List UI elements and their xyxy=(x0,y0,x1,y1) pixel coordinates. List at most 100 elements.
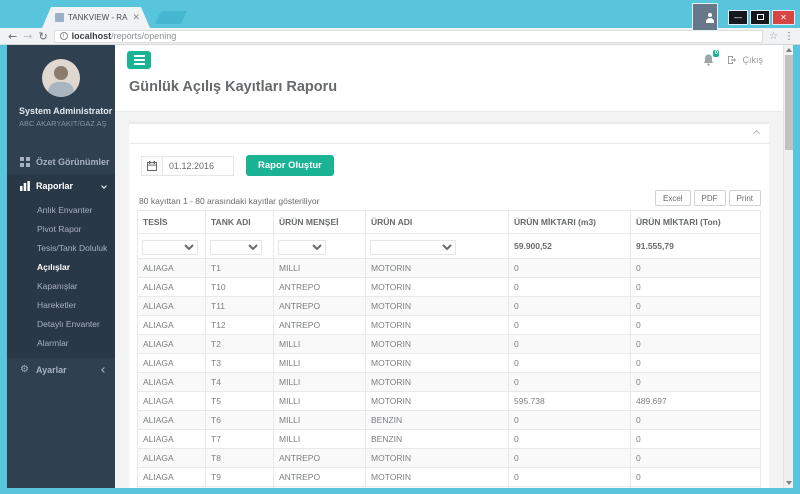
table-cell: T4 xyxy=(205,372,274,392)
avatar[interactable] xyxy=(42,59,80,97)
collapse-panel-icon[interactable] xyxy=(752,129,761,138)
table-cell: ANTREPO xyxy=(273,467,366,487)
tab-favicon-icon xyxy=(55,13,64,22)
sidebar-subitem-detayl-envanter[interactable]: Detaylı Envanter xyxy=(7,314,115,333)
report-panel: Rapor Oluştur 80 kayıttan 1 - 80 arasınd… xyxy=(129,122,769,488)
table-filter-row: 59.900,52 91.555,79 xyxy=(137,233,761,259)
table-cell: MOTORIN xyxy=(365,258,509,278)
browser-tab[interactable]: TANKVIEW - RAPORLAR ✕ xyxy=(42,7,150,28)
table-cell: ALIAGA xyxy=(137,334,206,354)
table-cell: 0 xyxy=(508,467,631,487)
minimize-button[interactable]: — xyxy=(728,9,748,25)
sidebar-item-ayarlar[interactable]: ⚙ Ayarlar xyxy=(7,358,115,382)
table-cell: ALIAGA xyxy=(137,353,206,373)
table-row: ALIAGA T9 ANTREPO MOTORIN 0 0 xyxy=(137,467,761,487)
reports-submenu: Anlık Envanter Pivot Rapor Tesis/Tank Dolu… xyxy=(7,198,115,358)
table-body: ALIAGA T1 MILLI MOTORIN 0 0 ALIAGA T10 ANTREPO MO… xyxy=(137,258,761,488)
content: Rapor Oluştur 80 kayıttan 1 - 80 arasınd… xyxy=(115,112,783,488)
report-date-input[interactable] xyxy=(162,155,234,176)
scroll-down-arrow-icon[interactable] xyxy=(786,481,792,485)
table-cell: MOTORIN xyxy=(365,353,509,373)
panel-header xyxy=(129,124,769,144)
table-cell: MILLI xyxy=(273,410,366,430)
generate-report-button[interactable]: Rapor Oluştur xyxy=(246,155,334,176)
browser-profile-button[interactable] xyxy=(692,3,718,31)
table-cell: MILLI xyxy=(273,334,366,354)
url-text: localhost/reports/opening xyxy=(72,31,177,41)
close-button[interactable]: ✕ xyxy=(772,9,795,25)
table-row: ALIAGA T1 MILLI MOTORIN 0 0 xyxy=(137,258,761,278)
page-info-icon[interactable]: i xyxy=(59,32,68,40)
table-cell: MOTORIN xyxy=(365,372,509,392)
scrollbar-thumb[interactable] xyxy=(785,55,793,150)
table-cell: T8 xyxy=(205,448,274,468)
table-row: BATMANKALYAKMILLIKALYAK00 xyxy=(137,486,761,488)
table-cell: 0 xyxy=(508,410,631,430)
sidebar-toggle-button[interactable] xyxy=(127,51,151,69)
new-tab-button[interactable] xyxy=(154,11,188,24)
profile-block: System Administrator ABC AKARYAKIT/GAZ A… xyxy=(7,45,115,140)
table-cell: 0 xyxy=(508,315,631,335)
excel-export-button[interactable]: Excel xyxy=(654,190,691,206)
bookmark-star-icon[interactable]: ☆ xyxy=(769,31,778,42)
app-area: System Administrator ABC AKARYAKIT/GAZ A… xyxy=(0,45,800,494)
table-cell: MILLI xyxy=(273,372,366,392)
page-scrollbar[interactable] xyxy=(783,45,793,488)
table-row: ALIAGA T8 ANTREPO MOTORIN 0 0 xyxy=(137,448,761,468)
table-cell: MILLI xyxy=(273,486,366,488)
sidebar-subitem-a-l-lar[interactable]: Açılışlar xyxy=(7,257,115,276)
table-cell: T6 xyxy=(205,410,274,430)
filter-urun-mensei-select[interactable] xyxy=(278,240,326,255)
table-cell: ALIAGA xyxy=(137,429,206,449)
report-table: TESİS TANK ADI ÜRÜN MENŞEİ ÜRÜN ADI ÜRÜN MİK… xyxy=(137,210,761,488)
sidebar-item-ozet-gorunumler[interactable]: Özet Görünümler xyxy=(7,150,115,174)
user-organization: ABC AKARYAKIT/GAZ AŞ xyxy=(19,119,107,128)
table-cell: 0 xyxy=(508,448,631,468)
refresh-icon[interactable]: ↻ xyxy=(38,31,47,42)
table-cell: 0 xyxy=(630,467,761,487)
tab-close-icon[interactable]: ✕ xyxy=(132,13,140,22)
table-row: ALIAGA T12 ANTREPO MOTORIN 0 0 xyxy=(137,315,761,335)
sidebar-subitem-anl-k-envanter[interactable]: Anlık Envanter xyxy=(7,200,115,219)
sidebar-subitem-alarmlar[interactable]: Alarmlar xyxy=(7,333,115,352)
sidebar-subitem-kapan-lar[interactable]: Kapanışlar xyxy=(7,276,115,295)
back-icon[interactable]: ← xyxy=(8,31,17,42)
pdf-export-button[interactable]: PDF xyxy=(693,190,726,206)
table-cell: 0 xyxy=(508,296,631,316)
sidebar-subitem-pivot-rapor[interactable]: Pivot Rapor xyxy=(7,219,115,238)
table-cell: 0 xyxy=(630,277,761,297)
filter-tesis-select[interactable] xyxy=(142,240,198,255)
maximize-button[interactable] xyxy=(750,9,770,25)
table-cell: 0 xyxy=(630,258,761,278)
table-row: ALIAGA T7 MILLI BENZIN 0 0 xyxy=(137,429,761,449)
table-cell: 489.697 xyxy=(630,391,761,411)
notifications-button[interactable]: 0 xyxy=(703,50,720,66)
table-cell: BENZIN xyxy=(365,429,509,449)
table-cell: 0 xyxy=(508,334,631,354)
filter-tank-adi-select[interactable] xyxy=(210,240,262,255)
table-cell: ANTREPO xyxy=(273,315,366,335)
calendar-icon[interactable] xyxy=(141,155,162,176)
table-cell: MOTORIN xyxy=(365,391,509,411)
sidebar-subitem-hareketler[interactable]: Hareketler xyxy=(7,295,115,314)
table-cell: 595.738 xyxy=(508,391,631,411)
table-row: ALIAGA T3 MILLI MOTORIN 0 0 xyxy=(137,353,761,373)
browser-menu-icon[interactable]: ⋮ xyxy=(784,31,794,42)
table-row: ALIAGA T11 ANTREPO MOTORIN 0 0 xyxy=(137,296,761,316)
print-export-button[interactable]: Print xyxy=(728,190,761,206)
scroll-up-arrow-icon[interactable] xyxy=(786,48,792,52)
table-cell: 0 xyxy=(508,277,631,297)
logout-link[interactable]: Çıkış xyxy=(728,55,763,65)
table-cell: 0 xyxy=(508,353,631,373)
date-input-group xyxy=(141,155,234,176)
address-bar[interactable]: i localhost/reports/opening xyxy=(53,29,764,43)
sidebar-subitem-tesis-tank-doluluk[interactable]: Tesis/Tank Doluluk xyxy=(7,238,115,257)
forward-icon[interactable]: → xyxy=(23,31,32,42)
sidebar-item-raporlar[interactable]: Raporlar xyxy=(7,174,115,198)
table-cell: ANTREPO xyxy=(273,296,366,316)
table-row: ALIAGA T2 MILLI MOTORIN 0 0 xyxy=(137,334,761,354)
table-cell: MOTORIN xyxy=(365,334,509,354)
filter-urun-adi-select[interactable] xyxy=(370,240,456,255)
page-title: Günlük Açılış Kayıtları Raporu xyxy=(129,79,338,95)
table-cell: T3 xyxy=(205,353,274,373)
